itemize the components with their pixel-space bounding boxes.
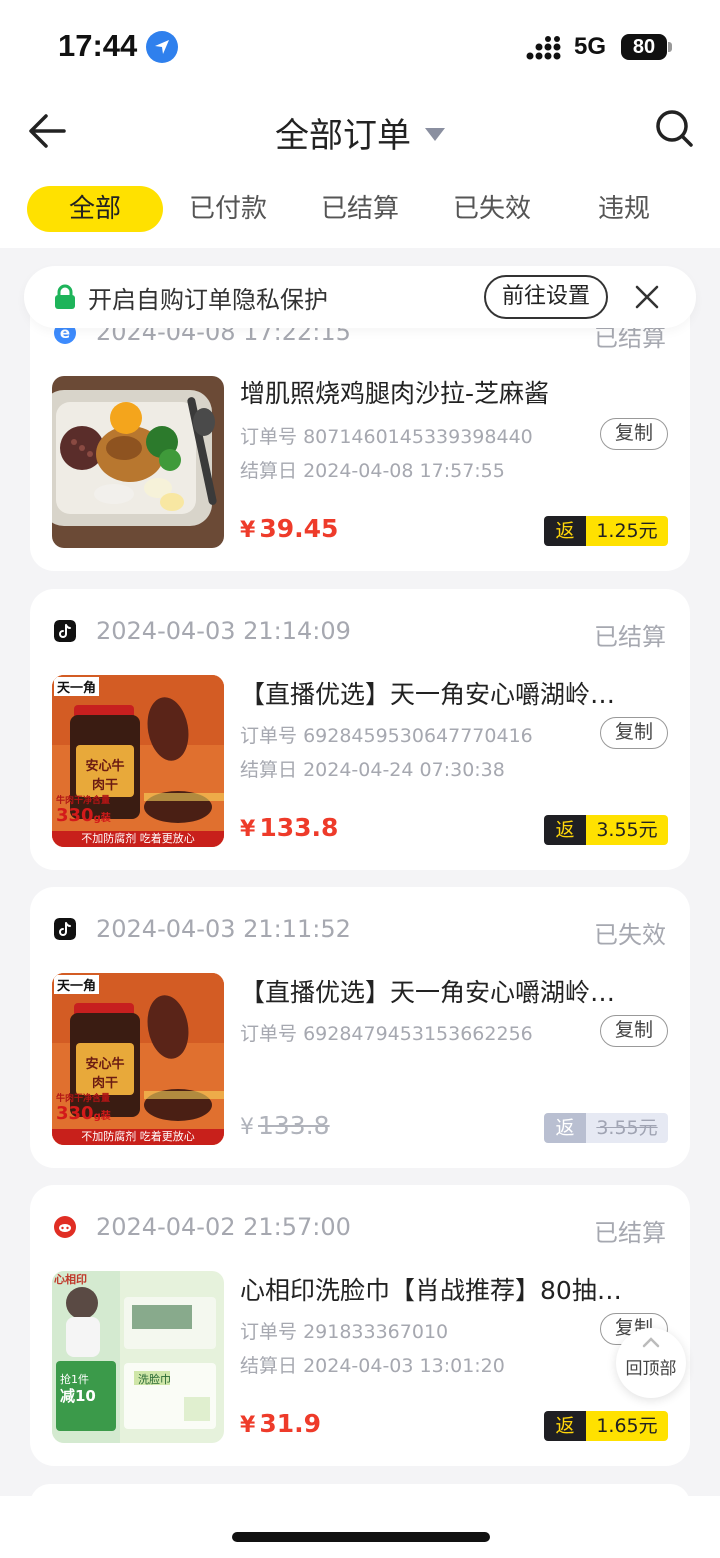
order-number: 订单号 8071460145339398440 bbox=[240, 426, 533, 448]
rebate-badge: 返 3.55元 bbox=[544, 815, 668, 845]
order-date: 2024-04-02 21:57:00 bbox=[96, 1213, 351, 1241]
product-thumbnail: 天一角 安心牛肉干 牛肉干净含量 330g装 不加防腐剂 吃着更放心 bbox=[52, 675, 224, 847]
pack-label: 洗脸巾 bbox=[138, 1373, 171, 1386]
back-to-top-label: 回顶部 bbox=[625, 1359, 677, 1379]
pinduoduo-icon bbox=[54, 1216, 76, 1238]
weight-label: 330g装 bbox=[56, 1103, 111, 1124]
copy-button[interactable]: 复制 bbox=[600, 418, 668, 450]
location-icon bbox=[146, 31, 178, 63]
back-to-top-button[interactable]: 回顶部 bbox=[616, 1328, 686, 1398]
price: ¥39.45 bbox=[240, 514, 339, 543]
tab-violation[interactable]: 违规 bbox=[556, 186, 692, 232]
order-date: 2024-04-03 21:14:09 bbox=[96, 617, 351, 645]
tab-settled[interactable]: 已结算 bbox=[292, 186, 428, 232]
order-status: 已结算 bbox=[594, 1219, 666, 1247]
settle-date: 结算日 2024-04-24 07:30:38 bbox=[240, 759, 505, 781]
product-title: 增肌照烧鸡腿肉沙拉-芝麻酱 bbox=[240, 379, 550, 408]
network-type: 5G bbox=[574, 33, 607, 60]
search-icon[interactable] bbox=[654, 108, 694, 148]
bottom-bar bbox=[0, 1496, 720, 1558]
jar-label: 安心牛肉干 bbox=[85, 759, 125, 793]
order-status: 已结算 bbox=[594, 623, 666, 651]
nav-bar: 全部订单 bbox=[0, 96, 720, 168]
notice-text: 开启自购订单隐私保护 bbox=[88, 286, 328, 314]
signal-icon bbox=[526, 36, 561, 60]
product-title: 【直播优选】天一角安心嚼湖岭… bbox=[240, 680, 616, 709]
home-indicator[interactable] bbox=[232, 1532, 490, 1542]
discount-label: 减10 bbox=[60, 1387, 96, 1405]
product-title: 【直播优选】天一角安心嚼湖岭… bbox=[240, 978, 616, 1007]
go-settings-button[interactable]: 前往设置 bbox=[484, 275, 608, 319]
tab-paid[interactable]: 已付款 bbox=[160, 186, 296, 232]
tab-all[interactable]: 全部 bbox=[27, 186, 163, 232]
copy-button[interactable]: 复制 bbox=[600, 1015, 668, 1047]
jar-label: 安心牛肉干 bbox=[85, 1057, 125, 1091]
page-title: 全部订单 bbox=[275, 116, 411, 156]
battery-icon: 80 bbox=[621, 34, 667, 60]
product-thumbnail bbox=[52, 376, 224, 548]
rebate-badge: 返 1.65元 bbox=[544, 1411, 668, 1441]
title-dropdown[interactable]: 全部订单 bbox=[0, 108, 720, 157]
price: ¥133.8 bbox=[240, 813, 339, 842]
status-bar: 17:44 5G 80 bbox=[0, 0, 720, 96]
thumb-banner: 不加防腐剂 吃着更放心 bbox=[81, 832, 195, 845]
order-status: 已失效 bbox=[594, 921, 666, 949]
order-card[interactable]: 2024-04-02 21:57:00 已结算 心相印 抢1件 减10 洗脸巾 … bbox=[30, 1185, 690, 1466]
brand-logo: 心相印 bbox=[54, 1273, 87, 1286]
battery-tip bbox=[668, 42, 672, 52]
price: ¥31.9 bbox=[240, 1409, 321, 1438]
rebate-badge: 返 3.55元 bbox=[544, 1113, 668, 1143]
brand-logo: 天一角 bbox=[54, 677, 100, 696]
lock-icon bbox=[55, 284, 75, 309]
rebate-badge: 返 1.25元 bbox=[544, 516, 668, 546]
caret-down-icon bbox=[425, 128, 445, 141]
order-card[interactable]: 2024-04-03 21:11:52 已失效 天一角 安心牛肉干 牛肉干净含量… bbox=[30, 887, 690, 1168]
chevron-up-icon bbox=[642, 1337, 660, 1348]
order-number: 订单号 6928479453153662256 bbox=[240, 1023, 533, 1045]
product-thumbnail: 天一角 安心牛肉干 牛肉干净含量 330g装 不加防腐剂 吃着更放心 bbox=[52, 973, 224, 1145]
status-time: 17:44 bbox=[58, 28, 138, 63]
brand-logo: 天一角 bbox=[54, 975, 100, 994]
tiktok-icon bbox=[54, 620, 76, 642]
settle-date: 结算日 2024-04-03 13:01:20 bbox=[240, 1355, 505, 1377]
thumb-banner: 不加防腐剂 吃着更放心 bbox=[81, 1130, 195, 1143]
tiktok-icon bbox=[54, 918, 76, 940]
order-number: 订单号 291833367010 bbox=[240, 1321, 449, 1343]
copy-button[interactable]: 复制 bbox=[600, 717, 668, 749]
order-card[interactable]: e 2024-04-08 17:22:15 已结算 增肌照烧鸡腿肉沙拉-芝麻酱 … bbox=[30, 290, 690, 571]
product-thumbnail: 心相印 抢1件 减10 洗脸巾 bbox=[52, 1271, 224, 1443]
order-card[interactable]: 2024-04-03 21:14:09 已结算 天一角 安心牛肉干 牛肉干净含量… bbox=[30, 589, 690, 870]
order-number: 订单号 6928459530647770416 bbox=[240, 725, 533, 747]
settle-date: 结算日 2024-04-08 17:57:55 bbox=[240, 460, 505, 482]
price: ¥133.8 bbox=[240, 1111, 330, 1140]
product-title: 心相印洗脸巾【肖战推荐】80抽… bbox=[240, 1276, 622, 1305]
status-tabs: 全部 已付款 已结算 已失效 违规 bbox=[0, 168, 720, 248]
tab-invalid[interactable]: 已失效 bbox=[424, 186, 560, 232]
close-icon[interactable] bbox=[634, 284, 660, 310]
order-date: 2024-04-03 21:11:52 bbox=[96, 915, 351, 943]
weight-label: 330g装 bbox=[56, 805, 111, 826]
privacy-notice: 开启自购订单隐私保护 前往设置 bbox=[24, 266, 696, 328]
